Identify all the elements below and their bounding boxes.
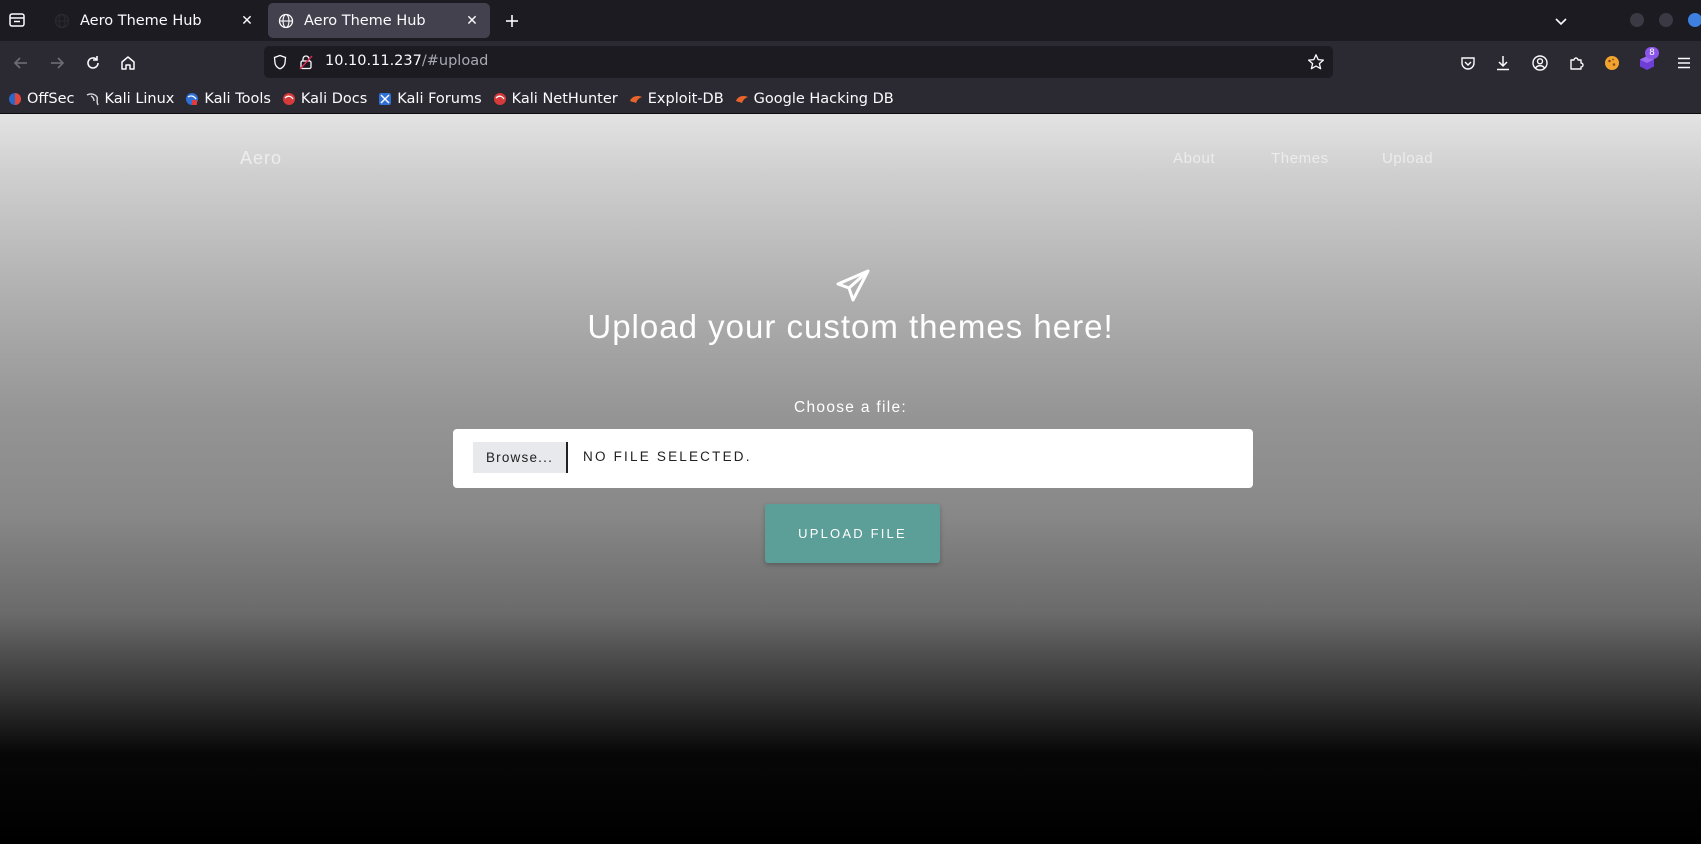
globe-icon — [54, 13, 70, 28]
page-viewport: Aero About Themes Upload Upload your cus… — [0, 114, 1701, 844]
url-host: 10.10.11.237 — [325, 53, 422, 69]
file-input[interactable]: Browse... NO FILE SELECTED. — [453, 429, 1253, 488]
account-icon — [1532, 55, 1548, 71]
tab-list-icon — [9, 13, 25, 27]
insecure-lock-icon[interactable] — [298, 54, 314, 70]
kali-forums-icon — [379, 92, 392, 105]
bookmark-kali-nethunter[interactable]: Kali NetHunter — [493, 91, 618, 107]
bookmark-kali-linux[interactable]: Kali Linux — [86, 90, 175, 107]
home-button[interactable] — [115, 50, 141, 76]
address-bar[interactable]: 10.10.11.237/#upload — [264, 46, 1333, 78]
tab-title: Aero Theme Hub — [80, 12, 202, 29]
bookmark-label: Google Hacking DB — [753, 90, 894, 107]
tab-close-icon[interactable]: ✕ — [464, 13, 480, 29]
bookmark-exploit-db[interactable]: Exploit-DB — [629, 91, 724, 107]
navigation-toolbar: 10.10.11.237/#upload 8 — [0, 41, 1701, 84]
bookmark-kali-tools[interactable]: Kali Tools — [185, 91, 271, 107]
tab-list-button[interactable] — [4, 7, 30, 33]
globe-icon — [278, 13, 294, 28]
kali-dragon-icon — [86, 92, 99, 105]
bookmarks-toolbar: OffSec Kali Linux Kali Tools Kali Docs K… — [0, 84, 1701, 114]
file-status-text: NO FILE SELECTED. — [583, 449, 752, 464]
chevron-down-icon — [1555, 18, 1567, 26]
bookmark-star-icon[interactable] — [1307, 53, 1325, 71]
tab-strip: Aero Theme Hub ✕ Aero Theme Hub ✕ — [0, 0, 1701, 41]
page-title: Upload your custom themes here! — [587, 308, 1114, 345]
downloads-button[interactable] — [1490, 50, 1516, 76]
list-all-tabs-button[interactable] — [1548, 8, 1574, 34]
plus-icon — [506, 15, 518, 27]
bookmark-label: Exploit-DB — [647, 90, 724, 107]
maximize-window-button[interactable] — [1659, 13, 1673, 27]
bookmark-label: Kali Docs — [300, 90, 368, 107]
bookmark-google-hacking-db[interactable]: Google Hacking DB — [735, 91, 894, 107]
forward-arrow-icon — [51, 57, 65, 69]
pocket-icon — [1461, 57, 1475, 70]
nav-link-upload[interactable]: Upload — [1382, 150, 1433, 167]
tab-close-icon[interactable]: ✕ — [239, 13, 255, 29]
kali-tools-icon — [186, 92, 199, 105]
kali-nethunter-icon — [493, 92, 506, 105]
account-button[interactable] — [1527, 50, 1553, 76]
bookmark-label: Kali Tools — [204, 90, 271, 107]
ghdb-icon — [735, 95, 748, 103]
extension-cookie-icon — [1605, 56, 1619, 70]
bookmark-offsec[interactable]: OffSec — [8, 91, 75, 107]
offsec-icon — [9, 92, 21, 105]
back-arrow-icon — [13, 57, 27, 69]
bookmark-kali-docs[interactable]: Kali Docs — [282, 91, 367, 107]
back-button[interactable] — [8, 50, 34, 76]
bookmark-label: OffSec — [27, 90, 75, 107]
app-menu-button[interactable] — [1671, 50, 1697, 76]
bookmark-label: Kali Linux — [104, 90, 175, 107]
url-text[interactable]: 10.10.11.237/#upload — [325, 53, 488, 69]
url-path: /#upload — [421, 53, 489, 69]
site-logo[interactable]: Aero — [240, 148, 282, 169]
extensions-button[interactable] — [1563, 50, 1589, 76]
browse-button[interactable]: Browse... — [473, 442, 568, 473]
forward-button[interactable] — [44, 50, 70, 76]
tab-title: Aero Theme Hub — [304, 12, 426, 29]
download-icon — [1497, 56, 1509, 71]
tab-aero-theme-hub-2[interactable]: Aero Theme Hub ✕ — [268, 3, 490, 38]
puzzle-icon — [1570, 57, 1584, 70]
new-tab-button[interactable] — [499, 8, 525, 34]
nav-link-themes[interactable]: Themes — [1271, 150, 1329, 167]
bookmark-label: Kali Forums — [397, 90, 482, 107]
close-window-button[interactable] — [1688, 13, 1701, 27]
extension-badge: 8 — [1645, 47, 1659, 59]
tab-aero-theme-hub-1[interactable]: Aero Theme Hub ✕ — [44, 3, 265, 38]
kali-docs-icon — [282, 92, 295, 105]
reload-icon — [87, 56, 99, 69]
tracking-shield-icon[interactable] — [272, 54, 288, 70]
extension-button-1[interactable] — [1599, 50, 1625, 76]
minimize-window-button[interactable] — [1630, 13, 1644, 27]
bookmark-label: Kali NetHunter — [511, 90, 618, 107]
paper-plane-icon — [836, 269, 870, 302]
exploit-db-icon — [629, 95, 642, 103]
pocket-button[interactable] — [1455, 50, 1481, 76]
bookmark-kali-forums[interactable]: Kali Forums — [378, 90, 482, 107]
upload-file-button[interactable]: UPLOAD FILE — [765, 504, 940, 563]
nav-link-about[interactable]: About — [1173, 150, 1215, 167]
choose-file-label: Choose a file: — [794, 399, 907, 416]
hamburger-menu-icon — [1678, 57, 1690, 69]
home-icon — [121, 56, 135, 70]
reload-button[interactable] — [80, 50, 106, 76]
